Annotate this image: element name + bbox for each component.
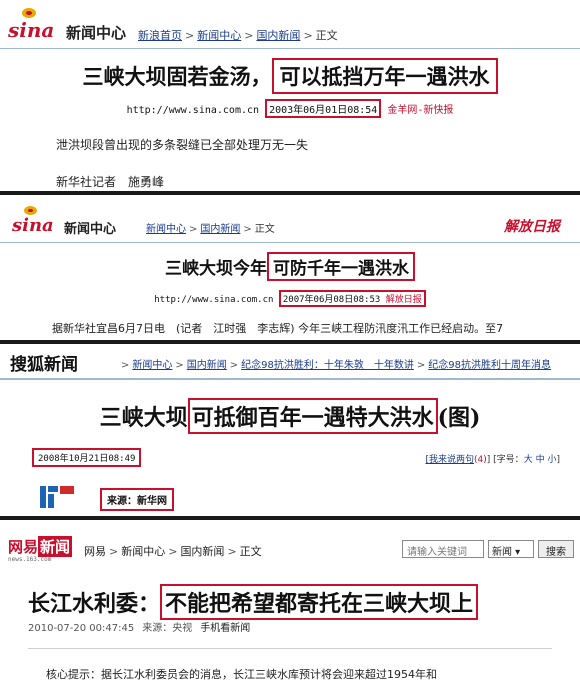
panel-sohu-2008: 搜狐新闻 > 新闻中心 > 国内新闻 > 纪念98抗洪胜利：十年朱敦 十年数讲 > 纪念98抗…	[0, 344, 580, 516]
site-header: 搜狐新闻 > 新闻中心 > 国内新闻 > 纪念98抗洪胜利：十年朱敦 十年数讲 > 纪念98抗…	[0, 344, 580, 378]
header-divider	[0, 242, 580, 243]
article-byline: 新华社记者 施勇峰	[56, 175, 165, 189]
jiefang-daily-logo: 解放日报	[504, 219, 560, 235]
netease-news-logo[interactable]: 网易 新闻 news.163.com	[8, 536, 73, 563]
breadcrumb: > 新闻中心 > 国内新闻 > 纪念98抗洪胜利：十年朱敦 十年数讲 > 纪念98抗洪胜利十周…	[121, 360, 552, 371]
panel-sina-2003: sina 新闻中心 新浪首页 > 新闻中心 > 国内新闻 > 正文 三峡大坝固若金汤， 可以抵…	[0, 0, 580, 190]
article-tools: [我来说两句(4)] [字号：大 中 小]	[425, 455, 560, 465]
article-datetime: 2010-07-20 00:47:45	[28, 623, 135, 634]
breadcrumb-domestic[interactable]: 国内新闻	[187, 360, 227, 371]
datetime-highlight-box: 2008年10月21日08:49	[32, 448, 142, 467]
breadcrumb-subtopic[interactable]: 纪念98抗洪胜利十周年消息	[428, 360, 551, 371]
datetime-highlight-box: 2003年06月01日08:54	[265, 99, 382, 118]
breadcrumb-domestic[interactable]: 国内新闻	[180, 545, 224, 558]
title-highlight-box: 可以抵挡万年一遇洪水	[271, 58, 498, 94]
breadcrumb-news-center[interactable]: 新闻中心	[132, 360, 172, 371]
article-source[interactable]: 金羊网-新快报	[387, 105, 453, 116]
breadcrumb-news-center[interactable]: 新闻中心	[146, 224, 186, 235]
search-input[interactable]: 请输入关键词	[402, 540, 484, 558]
article-title: 长江水利委： 不能把希望都寄托在三峡大坝上	[28, 584, 479, 620]
breadcrumb-home[interactable]: 网易	[84, 545, 106, 558]
breadcrumb: 新闻中心 > 国内新闻 > 正文	[146, 224, 275, 235]
article-title: 三峡大坝今年 可防千年一遇洪水	[0, 252, 580, 281]
news-center-label[interactable]: 新闻中心	[64, 218, 116, 237]
panel-163-2010: 网易 新闻 news.163.com 网易 > 新闻中心 > 国内新闻 > 正文 请输入关键词…	[0, 520, 580, 691]
comment-count: (4)	[474, 455, 487, 465]
breadcrumb-home[interactable]: 新浪首页	[138, 29, 182, 42]
article-url[interactable]: http://www.sina.com.cn	[127, 105, 259, 116]
article-lead: 泄洪坝段曾出现的多条裂缝已全部处理万无一失	[56, 138, 309, 152]
title-highlight-box: 可防千年一遇洪水	[267, 252, 415, 281]
breadcrumb-current: 正文	[315, 29, 338, 42]
site-header: sina 新闻中心 新浪首页 > 新闻中心 > 国内新闻 > 正文	[0, 0, 580, 46]
source-highlight-box: 来源：新华网	[100, 488, 174, 511]
title-highlight-box: 不能把希望都寄托在三峡大坝上	[160, 584, 479, 620]
sina-logo[interactable]: sina	[8, 18, 54, 42]
breadcrumb-current: 正文	[254, 224, 275, 235]
article-meta: 2010-07-20 00:47:45 来源：央视 手机看新闻	[28, 619, 258, 634]
panel-divider	[0, 191, 580, 195]
article-title: 三峡大坝固若金汤， 可以抵挡万年一遇洪水	[0, 58, 580, 94]
sina-eye-icon	[22, 8, 36, 18]
header-divider	[0, 48, 580, 49]
article-meta: http://www.sina.com.cn 2007年06月08日08:53 …	[0, 290, 580, 307]
breadcrumb-domestic[interactable]: 国内新闻	[200, 224, 240, 235]
article-summary: 核心提示：据长江水利委员会的消息，长江三峡水库预计将会迎来超过1954年和	[46, 668, 437, 681]
breadcrumb-news-center[interactable]: 新闻中心	[121, 545, 165, 558]
category-select[interactable]: 新闻 ▾	[488, 540, 534, 558]
article-source[interactable]: 解放日报	[386, 295, 422, 305]
mobile-news-link[interactable]: 手机看新闻	[200, 623, 250, 634]
sina-logo[interactable]: sina	[12, 215, 54, 236]
title-highlight-box: 可抵御百年一遇特大洪水	[187, 398, 438, 434]
meta-divider	[28, 648, 552, 649]
datetime-highlight-box: 2007年06月08日08:53 解放日报	[278, 290, 426, 307]
font-size-medium[interactable]: 中	[536, 455, 545, 465]
breadcrumb-news-center[interactable]: 新闻中心	[197, 29, 241, 42]
article-source: 来源：央视	[142, 623, 193, 634]
font-size-large[interactable]: 大	[524, 455, 533, 465]
breadcrumb-topic[interactable]: 纪念98抗洪胜利：十年朱敦 十年数讲	[241, 360, 414, 371]
comment-link[interactable]: [我来说两句	[426, 455, 475, 465]
sohu-news-logo[interactable]: 搜狐新闻	[10, 350, 78, 375]
breadcrumb: 网易 > 新闻中心 > 国内新闻 > 正文	[84, 545, 262, 558]
news-center-label[interactable]: 新闻中心	[66, 22, 126, 43]
article-lead: 据新华社宜昌6月7日电 (记者 江时强 李志辉) 今年三峡工程防汛度汛工作已经启…	[52, 322, 504, 335]
breadcrumb-domestic[interactable]: 国内新闻	[256, 29, 300, 42]
search-button[interactable]: 搜索	[538, 540, 574, 558]
breadcrumb-current: 正文	[239, 545, 262, 558]
article-url[interactable]: http://www.sina.com.cn	[154, 295, 273, 305]
article-title: 三峡大坝 可抵御百年一遇特大洪水 (图)	[0, 398, 580, 434]
xinhua-logo-icon	[40, 484, 92, 510]
panel-sina-2007: sina 新闻中心 新闻中心 > 国内新闻 > 正文 解放日报 三峡大坝今年 可防千年一遇…	[0, 196, 580, 340]
sina-eye-icon	[24, 206, 37, 215]
breadcrumb: 新浪首页 > 新闻中心 > 国内新闻 > 正文	[138, 29, 338, 42]
article-meta: http://www.sina.com.cn 2003年06月01日08:54 …	[0, 99, 580, 118]
